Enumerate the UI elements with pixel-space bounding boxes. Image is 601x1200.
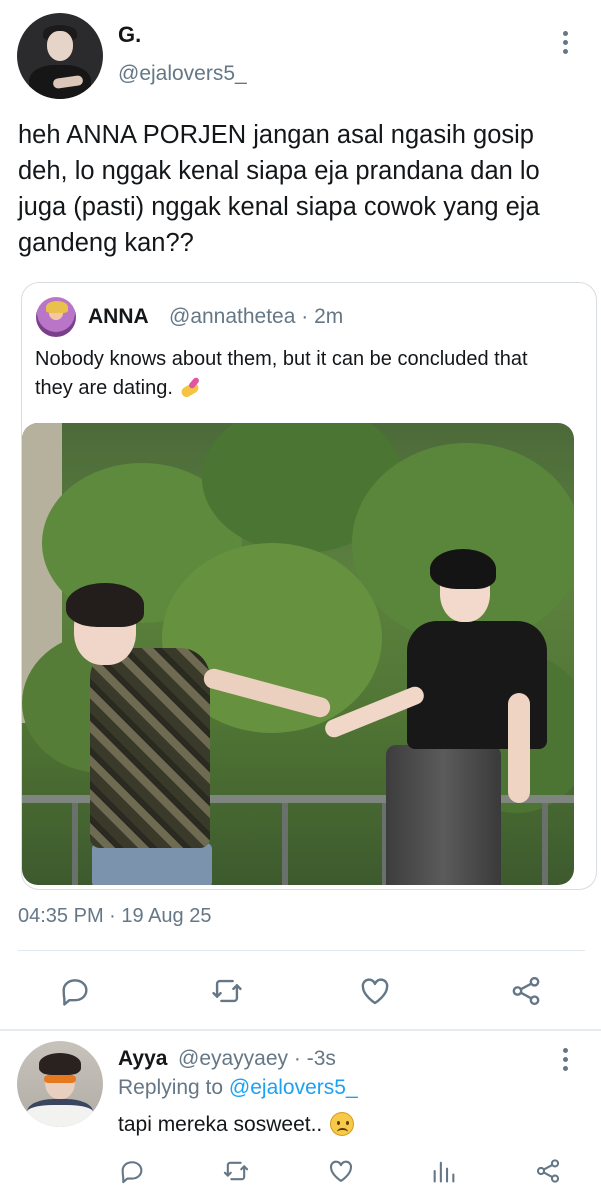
analytics-icon[interactable] [430, 1157, 458, 1185]
quoted-author-avatar[interactable] [36, 297, 76, 337]
nail-polish-emoji-icon [179, 376, 201, 399]
retweet-icon[interactable] [222, 1157, 250, 1185]
photo-person-left-jeans [92, 843, 212, 885]
photo-fence-post [72, 803, 78, 885]
replying-to-line: Replying to @ejalovers5_ [118, 1076, 358, 1100]
divider [18, 950, 585, 951]
photo-person-right-arm-down [508, 693, 530, 803]
photo-person-left-shirt [90, 648, 210, 848]
photo-fence-post [542, 803, 548, 885]
reply-icon[interactable] [58, 974, 92, 1008]
reply-tweet[interactable]: Ayya @eyayyaey · -3s Replying to @ejalov… [0, 1031, 601, 1200]
tweet-timestamp[interactable]: 04:35 PM · 19 Aug 25 [18, 905, 211, 928]
more-dot [563, 49, 568, 54]
more-dot [563, 1048, 568, 1053]
author-name[interactable]: G. [118, 22, 141, 48]
quoted-avatar-hair-shape [46, 301, 68, 313]
reply-actions-bar [0, 1153, 601, 1193]
photo-person-right-hair [430, 549, 496, 589]
share-icon[interactable] [534, 1157, 562, 1185]
author-handle[interactable]: @ejalovers5_ [118, 62, 247, 86]
like-icon[interactable] [327, 1157, 355, 1185]
reply-text: tapi mereka sosweet.. [118, 1113, 323, 1136]
quoted-tweet-text-block: Nobody knows about them, but it can be c… [35, 345, 535, 403]
reply-more-options-icon[interactable] [555, 1045, 575, 1075]
quoted-tweet-text: Nobody knows about them, but it can be c… [35, 348, 528, 399]
photo-fence-post [282, 803, 288, 885]
reply-avatar-hair-shape [39, 1053, 81, 1075]
more-dot [563, 1066, 568, 1071]
photo-person-right-jeans [386, 745, 501, 885]
reply-text-block: tapi mereka sosweet.. [118, 1112, 355, 1137]
reply-author-handle[interactable]: @eyayyaey · -3s [178, 1047, 336, 1071]
more-options-icon[interactable] [555, 28, 575, 58]
reply-icon[interactable] [118, 1157, 146, 1185]
like-icon[interactable] [358, 974, 392, 1008]
avatar-face-shape [47, 31, 73, 61]
reply-author-avatar[interactable] [17, 1041, 103, 1127]
author-avatar[interactable] [17, 13, 103, 99]
quoted-tweet-photo[interactable] [22, 423, 574, 885]
more-dot [563, 31, 568, 36]
photo-person-left-hair [66, 583, 144, 627]
reply-author-name[interactable]: Ayya [118, 1047, 167, 1071]
replying-to-prefix: Replying to [118, 1076, 224, 1099]
more-dot [563, 1057, 568, 1062]
quoted-tweet[interactable]: ANNA @annathetea · 2m Nobody knows about… [21, 282, 597, 890]
quoted-author-name: ANNA [88, 305, 149, 328]
reply-avatar-body-shape [27, 1099, 93, 1127]
replying-to-link[interactable]: @ejalovers5_ [229, 1076, 358, 1099]
more-dot [563, 40, 568, 45]
reply-avatar-glasses-shape [44, 1075, 76, 1083]
main-tweet[interactable]: G. @ejalovers5_ heh ANNA PORJEN jangan a… [0, 0, 601, 1030]
tweet-text: heh ANNA PORJEN jangan asal ngasih gosip… [18, 121, 540, 257]
quoted-author-handle: @annathetea · 2m [169, 305, 344, 328]
retweet-icon[interactable] [210, 974, 244, 1008]
frowning-face-emoji-icon [330, 1112, 355, 1136]
share-icon[interactable] [509, 974, 543, 1008]
tweet-actions-bar [0, 968, 601, 1014]
